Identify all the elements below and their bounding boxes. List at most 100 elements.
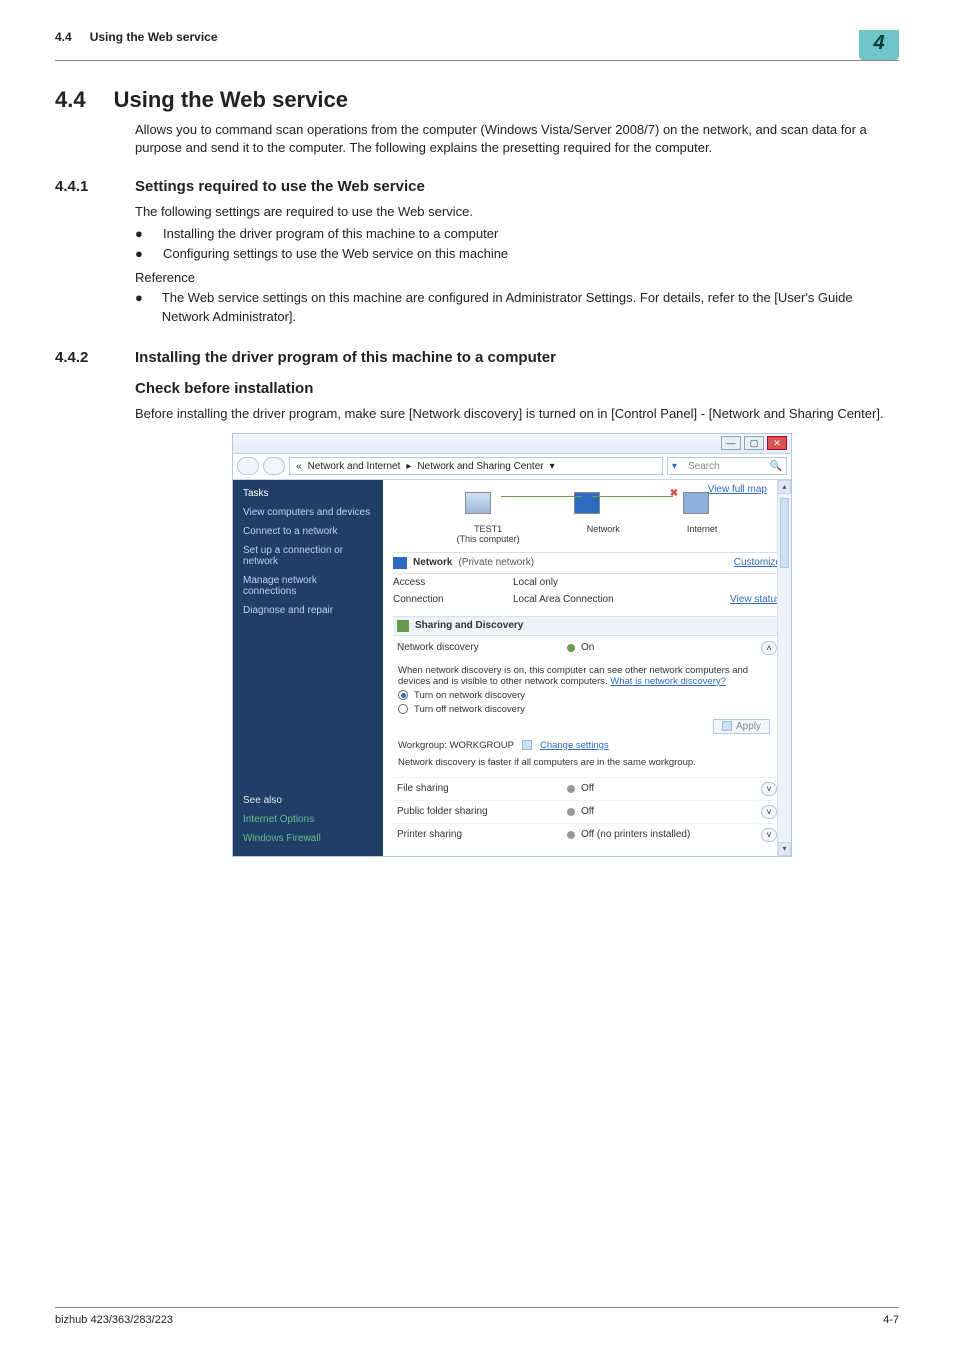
radio-on-label: Turn on network discovery (414, 690, 525, 701)
sidebar-link[interactable]: Set up a connection or network (243, 545, 373, 567)
shield-icon (722, 721, 732, 731)
search-icon[interactable]: 🔍 (770, 461, 782, 472)
status-led-off-icon (567, 808, 575, 816)
back-button[interactable] (237, 457, 259, 475)
breadcrumb-dropdown-icon[interactable]: ▾ (550, 461, 562, 472)
search-placeholder: Search (688, 461, 720, 472)
expand-button[interactable]: ˅ (761, 782, 777, 796)
node-sublabel: (This computer) (457, 534, 520, 544)
see-also-link[interactable]: Windows Firewall (243, 833, 373, 844)
view-status-link[interactable]: View status (730, 594, 781, 605)
check-paragraph: Before installing the driver program, ma… (135, 405, 889, 423)
sidebar-link[interactable]: Manage network connections (243, 575, 373, 597)
sharing-header: Sharing and Discovery (393, 616, 781, 636)
status-led-on-icon (567, 644, 575, 652)
radio-unselected-icon[interactable] (398, 704, 408, 714)
sidebar-link[interactable]: View computers and devices (243, 507, 373, 518)
connection-value: Local Area Connection (513, 594, 730, 605)
node-label: TEST1 (457, 524, 520, 534)
main-panel: View full map ✖ TEST1 (This computer) Ne… (383, 480, 791, 856)
subsection-intro: The following settings are required to u… (135, 203, 889, 221)
node-label: Internet (687, 524, 718, 544)
breadcrumb-prefix: « (296, 461, 302, 472)
discovery-explain: When network discovery is on, this compu… (398, 665, 776, 687)
subsection-title: Installing the driver program of this ma… (135, 349, 556, 366)
subsection-number: 4.4.2 (55, 349, 107, 366)
scrollbar[interactable]: ▴ ▾ (777, 480, 791, 856)
radio-off-row[interactable]: Turn off network discovery (398, 704, 776, 715)
close-button[interactable]: ✕ (767, 436, 787, 450)
breadcrumb[interactable]: « Network and Internet ▸ Network and Sha… (289, 457, 663, 475)
radio-off-label: Turn off network discovery (414, 704, 525, 715)
scroll-up-button[interactable]: ▴ (778, 480, 791, 494)
expand-button[interactable]: ˅ (761, 828, 777, 842)
disconnected-icon: ✖ (670, 488, 678, 499)
bullet-item: Configuring settings to use the Web serv… (163, 245, 508, 264)
connection-label: Connection (393, 594, 513, 605)
search-input[interactable]: ▾ Search 🔍 (667, 457, 787, 475)
breadcrumb-item[interactable]: Network and Sharing Center (417, 461, 543, 472)
header-section-ref: 4.4 (55, 30, 72, 44)
network-group-header: Network (Private network) Customize (393, 552, 781, 574)
footer-page: 4-7 (883, 1314, 899, 1326)
scroll-down-button[interactable]: ▾ (778, 842, 791, 856)
forward-button[interactable] (263, 457, 285, 475)
sharing-title: Sharing and Discovery (415, 620, 523, 631)
tasks-sidebar: Tasks View computers and devices Connect… (233, 480, 383, 856)
section-number: 4.4 (55, 87, 86, 113)
shield-icon (522, 740, 532, 750)
node-label: Network (587, 524, 620, 544)
minimize-button[interactable]: — (721, 436, 741, 450)
chevron-right-icon: ▸ (406, 461, 411, 472)
network-group-title: Network (413, 557, 452, 568)
sidebar-link[interactable]: Connect to a network (243, 526, 373, 537)
printer-sharing-row[interactable]: Printer sharing Off (no printers install… (393, 823, 781, 846)
file-sharing-row[interactable]: File sharing Off ˅ (393, 777, 781, 800)
apply-button[interactable]: Apply (713, 719, 770, 734)
access-value: Local only (513, 577, 781, 588)
chapter-tab: 4 (859, 30, 899, 60)
workgroup-note: Network discovery is faster if all compu… (398, 757, 776, 768)
public-folder-row[interactable]: Public folder sharing Off ˅ (393, 800, 781, 823)
subsection-title: Settings required to use the Web service (135, 178, 425, 195)
public-folder-label: Public folder sharing (397, 806, 567, 817)
change-settings-link[interactable]: Change settings (540, 740, 609, 751)
public-folder-value: Off (581, 806, 594, 817)
bullet-item: Installing the driver program of this ma… (163, 225, 498, 244)
access-label: Access (393, 577, 513, 588)
maximize-button[interactable]: ▢ (744, 436, 764, 450)
window-titlebar: — ▢ ✕ (233, 434, 791, 454)
section-title: Using the Web service (114, 87, 348, 113)
customize-link[interactable]: Customize (734, 557, 781, 568)
see-also-heading: See also (243, 795, 373, 806)
reference-bullet: The Web service settings on this machine… (162, 289, 889, 327)
tasks-heading: Tasks (243, 488, 373, 499)
network-discovery-label: Network discovery (397, 642, 567, 653)
breadcrumb-item[interactable]: Network and Internet (308, 461, 401, 472)
printer-sharing-value: Off (no printers installed) (581, 829, 690, 840)
search-dropdown-icon[interactable]: ▾ (672, 461, 684, 472)
radio-selected-icon[interactable] (398, 690, 408, 700)
subsection-number: 4.4.1 (55, 178, 107, 195)
reference-label: Reference (135, 270, 889, 285)
sidebar-link[interactable]: Diagnose and repair (243, 605, 373, 616)
network-discovery-row[interactable]: Network discovery On ˄ (393, 636, 781, 660)
printer-sharing-label: Printer sharing (397, 829, 567, 840)
collapse-button[interactable]: ˄ (761, 641, 777, 655)
radio-on-row[interactable]: Turn on network discovery (398, 690, 776, 701)
scroll-thumb[interactable] (780, 498, 789, 568)
network-group-sub: (Private network) (458, 557, 534, 568)
expand-button[interactable]: ˅ (761, 805, 777, 819)
file-sharing-label: File sharing (397, 783, 567, 794)
footer-model: bizhub 423/363/283/223 (55, 1314, 173, 1326)
section-paragraph: Allows you to command scan operations fr… (135, 121, 889, 156)
status-led-off-icon (567, 831, 575, 839)
network-group-icon (393, 557, 407, 569)
workgroup-label: Workgroup: WORKGROUP (398, 740, 514, 751)
see-also-link[interactable]: Internet Options (243, 814, 373, 825)
status-led-off-icon (567, 785, 575, 793)
header-section-title: Using the Web service (90, 30, 218, 44)
sharing-icon (397, 620, 409, 632)
file-sharing-value: Off (581, 783, 594, 794)
what-is-link[interactable]: What is network discovery? (610, 676, 726, 687)
